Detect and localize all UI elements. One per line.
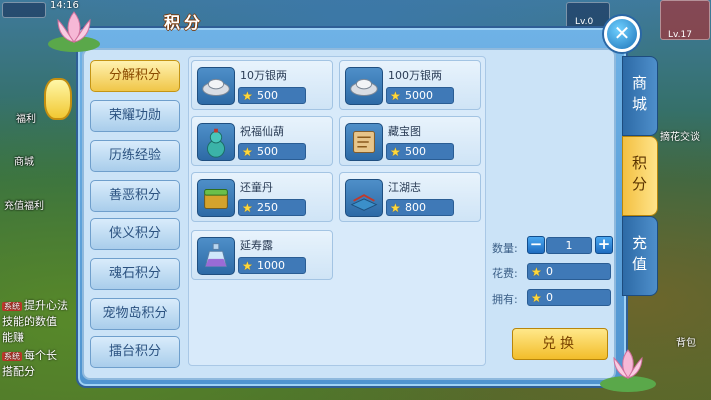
category-honor[interactable]: 荣耀功勋 bbox=[90, 100, 180, 132]
plus-icon: + bbox=[597, 235, 611, 253]
gourd-icon bbox=[197, 123, 235, 161]
recharge-welfare-label[interactable]: 充值福利 bbox=[4, 197, 44, 212]
player-level: Lv.17 bbox=[668, 30, 692, 40]
minus-icon: − bbox=[529, 235, 543, 253]
category-chivalry-points[interactable]: 侠义积分 bbox=[90, 218, 180, 250]
item-name: 祝福仙葫 bbox=[240, 125, 284, 138]
item-name: 10万银两 bbox=[240, 69, 287, 82]
price-box: ★ 500 bbox=[238, 143, 306, 160]
npc-text: 摘花交谈 bbox=[660, 132, 700, 143]
tab-recharge[interactable]: 充值 bbox=[622, 216, 658, 296]
item-name: 江湖志 bbox=[388, 181, 421, 194]
price-box: ★ 800 bbox=[386, 199, 454, 216]
top-hud: 14:16 Lv.0 Lv.17 bbox=[0, 0, 711, 40]
owned-value: 0 bbox=[546, 291, 553, 304]
quantity-label: 数量: bbox=[492, 242, 518, 255]
close-icon: ✕ bbox=[613, 21, 631, 45]
category-arena-points[interactable]: 擂台积分 bbox=[90, 336, 180, 368]
decrease-quantity-button[interactable]: − bbox=[527, 236, 545, 254]
book-icon bbox=[345, 179, 383, 217]
star-icon: ★ bbox=[531, 291, 542, 305]
item-price: 1000 bbox=[257, 259, 285, 272]
price-box: ★ 500 bbox=[386, 143, 454, 160]
star-icon: ★ bbox=[390, 89, 401, 103]
category-experience[interactable]: 历练经验 bbox=[90, 140, 180, 172]
quantity-input[interactable]: 1 bbox=[546, 237, 592, 254]
item-price: 800 bbox=[405, 201, 426, 214]
item-card[interactable]: 还童丹 ★ 250 bbox=[191, 172, 333, 222]
welfare-label[interactable]: 福利 bbox=[16, 110, 36, 125]
item-name: 还童丹 bbox=[240, 181, 273, 194]
item-name: 藏宝图 bbox=[388, 125, 421, 138]
lotus-decoration-icon bbox=[600, 349, 656, 392]
price-box: ★ 500 bbox=[238, 87, 306, 104]
category-karma-points[interactable]: 善恶积分 bbox=[90, 180, 180, 212]
chat-line: 系统 提升心法 bbox=[2, 299, 68, 312]
cost-box: ★ 0 bbox=[527, 263, 611, 280]
category-soulstone-points[interactable]: 魂石积分 bbox=[90, 258, 180, 290]
star-icon: ★ bbox=[242, 259, 253, 273]
item-card[interactable]: 藏宝图 ★ 500 bbox=[339, 116, 481, 166]
increase-quantity-button[interactable]: + bbox=[595, 236, 613, 254]
cost-label: 花费: bbox=[492, 267, 518, 280]
item-card[interactable]: 江湖志 ★ 800 bbox=[339, 172, 481, 222]
star-icon: ★ bbox=[531, 265, 542, 279]
star-icon: ★ bbox=[242, 89, 253, 103]
price-box: ★ 5000 bbox=[386, 87, 454, 104]
item-price: 500 bbox=[257, 145, 278, 158]
chat-line: 能赚 bbox=[2, 331, 24, 344]
lantern-decoration-icon bbox=[44, 78, 72, 120]
item-card[interactable]: 100万银两 ★ 5000 bbox=[339, 60, 481, 110]
bag-label[interactable]: 背包 bbox=[676, 334, 696, 349]
chat-line: 系统 每个长 bbox=[2, 349, 57, 362]
item-card[interactable]: 延寿露 ★ 1000 bbox=[191, 230, 333, 280]
item-price: 5000 bbox=[405, 89, 433, 102]
price-box: ★ 250 bbox=[238, 199, 306, 216]
item-price: 250 bbox=[257, 201, 278, 214]
item-price: 500 bbox=[405, 145, 426, 158]
star-icon: ★ bbox=[390, 201, 401, 215]
category-pet-island-points[interactable]: 宠物岛积分 bbox=[90, 298, 180, 330]
owned-box: ★ 0 bbox=[527, 289, 611, 306]
item-card[interactable]: 祝福仙葫 ★ 500 bbox=[191, 116, 333, 166]
pill-box-icon bbox=[197, 179, 235, 217]
star-icon: ★ bbox=[242, 145, 253, 159]
item-card[interactable]: 10万银两 ★ 500 bbox=[191, 60, 333, 110]
category-decompose-points[interactable]: 分解积分 bbox=[90, 60, 180, 92]
shop-label[interactable]: 商城 bbox=[14, 153, 34, 168]
star-icon: ★ bbox=[242, 201, 253, 215]
treasure-map-icon bbox=[345, 123, 383, 161]
cost-value: 0 bbox=[546, 265, 553, 278]
panel-title: 积分 bbox=[164, 13, 205, 32]
item-name: 100万银两 bbox=[388, 69, 442, 82]
owned-label: 拥有: bbox=[492, 293, 518, 306]
potion-bottle-icon bbox=[197, 237, 235, 275]
price-box: ★ 1000 bbox=[238, 257, 306, 274]
tab-shop[interactable]: 商城 bbox=[622, 56, 658, 136]
lotus-decoration-icon bbox=[48, 11, 100, 52]
item-name: 延寿露 bbox=[240, 239, 273, 252]
silver-ingot-icon bbox=[197, 67, 235, 105]
close-button[interactable]: ✕ bbox=[604, 16, 640, 52]
chat-line: 搭配分 bbox=[2, 365, 35, 378]
exchange-button[interactable]: 兑换 bbox=[512, 328, 608, 360]
item-price: 500 bbox=[257, 89, 278, 102]
silver-ingot-icon bbox=[345, 67, 383, 105]
item-grid: 10万银两 ★ 500 100万银两 ★ 5000 祝福仙葫 ★ 500 藏宝图… bbox=[188, 56, 486, 366]
chat-line: 技能的数值 bbox=[2, 315, 57, 328]
tab-points[interactable]: 积分 bbox=[622, 136, 658, 216]
star-icon: ★ bbox=[390, 145, 401, 159]
hud-time-box bbox=[2, 2, 46, 18]
